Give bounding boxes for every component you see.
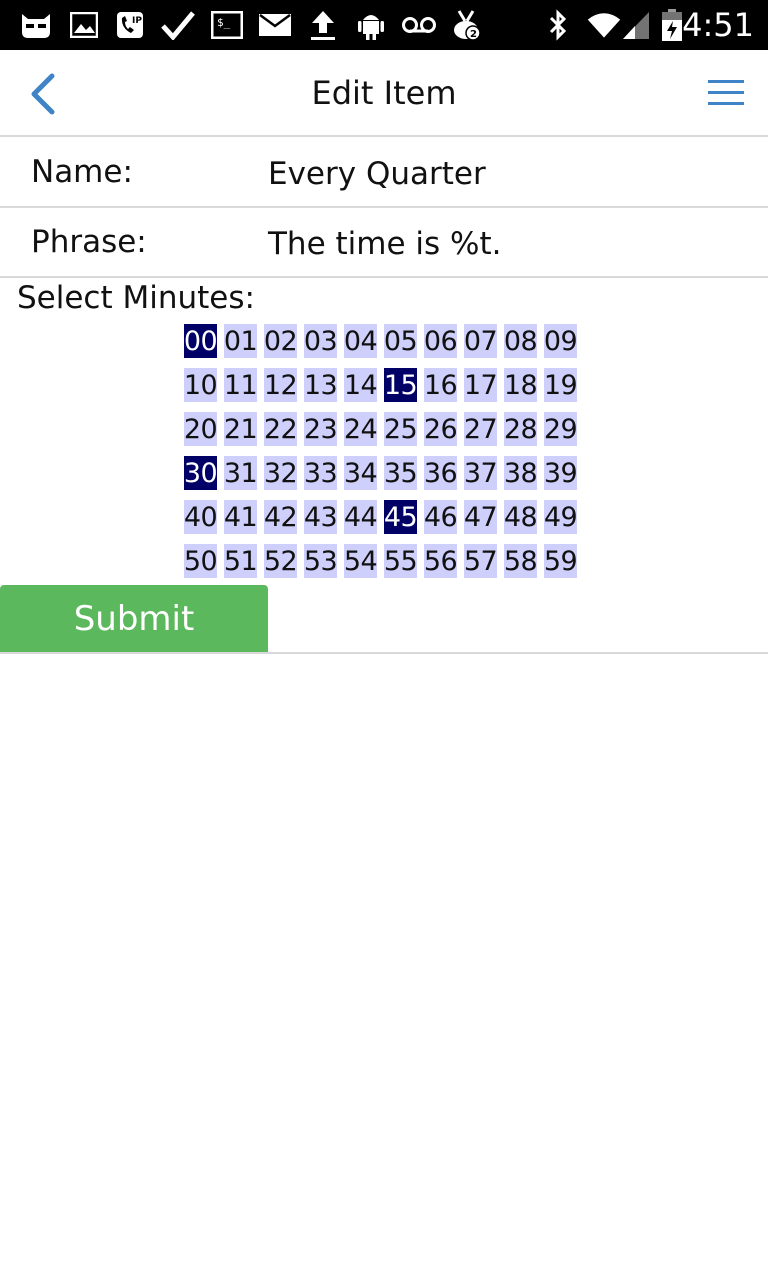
minute-cell-35[interactable]: 35 bbox=[384, 456, 418, 490]
minute-cell-08[interactable]: 08 bbox=[504, 324, 538, 358]
voip-call-icon: IP bbox=[112, 9, 148, 41]
tv-notification-icon: 2 bbox=[451, 9, 487, 41]
minute-cell-12[interactable]: 12 bbox=[264, 368, 298, 402]
select-minutes-label: Select Minutes: bbox=[17, 280, 255, 316]
minute-cell-57[interactable]: 57 bbox=[464, 544, 498, 578]
minute-cell-51[interactable]: 51 bbox=[224, 544, 258, 578]
voicemail-icon bbox=[401, 9, 437, 41]
phrase-label: Phrase: bbox=[31, 224, 147, 260]
minute-cell-54[interactable]: 54 bbox=[344, 544, 378, 578]
minute-cell-22[interactable]: 22 bbox=[264, 412, 298, 446]
menu-button[interactable] bbox=[706, 77, 746, 109]
minute-cell-47[interactable]: 47 bbox=[464, 500, 498, 534]
minute-cell-41[interactable]: 41 bbox=[224, 500, 258, 534]
minute-cell-21[interactable]: 21 bbox=[224, 412, 258, 446]
minute-cell-44[interactable]: 44 bbox=[344, 500, 378, 534]
minute-cell-31[interactable]: 31 bbox=[224, 456, 258, 490]
minute-cell-42[interactable]: 42 bbox=[264, 500, 298, 534]
checkmark-icon bbox=[160, 9, 196, 41]
minute-cell-38[interactable]: 38 bbox=[504, 456, 538, 490]
minute-cell-40[interactable]: 40 bbox=[184, 500, 218, 534]
minute-cell-36[interactable]: 36 bbox=[424, 456, 458, 490]
minute-cell-56[interactable]: 56 bbox=[424, 544, 458, 578]
notification-badge-count: 2 bbox=[470, 29, 477, 40]
minute-cell-26[interactable]: 26 bbox=[424, 412, 458, 446]
minute-cell-34[interactable]: 34 bbox=[344, 456, 378, 490]
minute-cell-18[interactable]: 18 bbox=[504, 368, 538, 402]
minute-cell-13[interactable]: 13 bbox=[304, 368, 338, 402]
minute-cell-09[interactable]: 09 bbox=[544, 324, 578, 358]
minute-cell-59[interactable]: 59 bbox=[544, 544, 578, 578]
name-row: Name: Every Quarter bbox=[0, 138, 768, 208]
minute-cell-10[interactable]: 10 bbox=[184, 368, 218, 402]
minute-cell-24[interactable]: 24 bbox=[344, 412, 378, 446]
minute-cell-48[interactable]: 48 bbox=[504, 500, 538, 534]
minute-cell-16[interactable]: 16 bbox=[424, 368, 458, 402]
minute-cell-27[interactable]: 27 bbox=[464, 412, 498, 446]
minute-cell-55[interactable]: 55 bbox=[384, 544, 418, 578]
minute-cell-23[interactable]: 23 bbox=[304, 412, 338, 446]
signal-icon bbox=[618, 9, 654, 41]
minute-cell-50[interactable]: 50 bbox=[184, 544, 218, 578]
phrase-field[interactable]: The time is %t. bbox=[268, 226, 501, 262]
minute-cell-14[interactable]: 14 bbox=[344, 368, 378, 402]
email-icon bbox=[257, 9, 293, 41]
minute-cell-19[interactable]: 19 bbox=[544, 368, 578, 402]
minute-cell-04[interactable]: 04 bbox=[344, 324, 378, 358]
minute-cell-53[interactable]: 53 bbox=[304, 544, 338, 578]
submit-button[interactable]: Submit bbox=[0, 585, 268, 652]
status-clock: 4:51 bbox=[682, 6, 754, 44]
minute-cell-32[interactable]: 32 bbox=[264, 456, 298, 490]
android-icon bbox=[353, 9, 389, 41]
minute-cell-46[interactable]: 46 bbox=[424, 500, 458, 534]
minute-cell-30[interactable]: 30 bbox=[184, 456, 218, 490]
minute-cell-05[interactable]: 05 bbox=[384, 324, 418, 358]
app-header: Edit Item bbox=[0, 50, 768, 137]
upload-icon bbox=[305, 9, 341, 41]
minute-cell-33[interactable]: 33 bbox=[304, 456, 338, 490]
minute-cell-01[interactable]: 01 bbox=[224, 324, 258, 358]
svg-text:IP: IP bbox=[132, 16, 142, 26]
minute-cell-29[interactable]: 29 bbox=[544, 412, 578, 446]
page-title: Edit Item bbox=[311, 74, 457, 112]
name-field[interactable]: Every Quarter bbox=[268, 156, 486, 192]
minute-cell-45[interactable]: 45 bbox=[384, 500, 418, 534]
minute-cell-52[interactable]: 52 bbox=[264, 544, 298, 578]
status-bar: IP $_ 2 4:51 bbox=[0, 0, 768, 50]
minute-cell-00[interactable]: 00 bbox=[184, 324, 218, 358]
minute-cell-11[interactable]: 11 bbox=[224, 368, 258, 402]
divider bbox=[0, 652, 768, 654]
minute-cell-25[interactable]: 25 bbox=[384, 412, 418, 446]
hamburger-menu-icon bbox=[708, 80, 744, 105]
minute-cell-03[interactable]: 03 bbox=[304, 324, 338, 358]
name-label: Name: bbox=[31, 154, 133, 190]
minute-cell-58[interactable]: 58 bbox=[504, 544, 538, 578]
minute-cell-07[interactable]: 07 bbox=[464, 324, 498, 358]
bluetooth-icon bbox=[540, 9, 576, 41]
minute-cell-39[interactable]: 39 bbox=[544, 456, 578, 490]
cyanogen-mod-icon bbox=[18, 9, 54, 41]
minute-cell-02[interactable]: 02 bbox=[264, 324, 298, 358]
minute-cell-15[interactable]: 15 bbox=[384, 368, 418, 402]
minute-cell-37[interactable]: 37 bbox=[464, 456, 498, 490]
minute-cell-28[interactable]: 28 bbox=[504, 412, 538, 446]
minute-cell-49[interactable]: 49 bbox=[544, 500, 578, 534]
minute-cell-43[interactable]: 43 bbox=[304, 500, 338, 534]
svg-text:$_: $_ bbox=[217, 16, 231, 29]
phrase-row: Phrase: The time is %t. bbox=[0, 208, 768, 278]
minute-cell-06[interactable]: 06 bbox=[424, 324, 458, 358]
minute-cell-17[interactable]: 17 bbox=[464, 368, 498, 402]
image-icon bbox=[66, 9, 102, 41]
minute-cell-20[interactable]: 20 bbox=[184, 412, 218, 446]
wifi-icon bbox=[586, 9, 622, 41]
terminal-icon: $_ bbox=[209, 9, 245, 41]
